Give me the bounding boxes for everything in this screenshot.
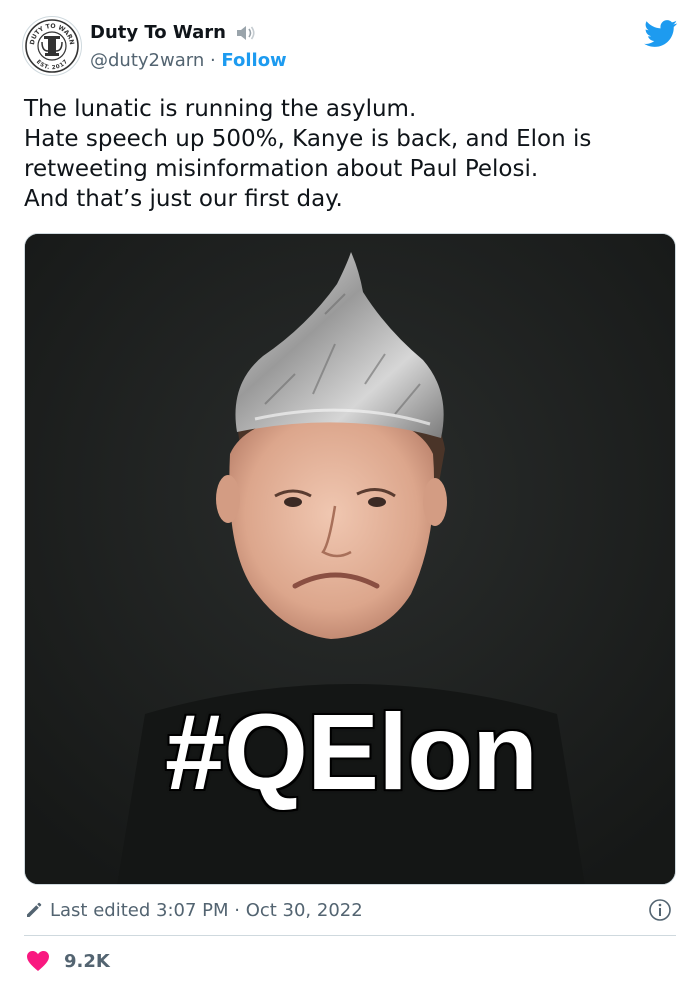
tweet-meta-row: Last edited 3:07 PM · Oct 30, 2022: [24, 896, 676, 924]
likes-row[interactable]: 9.2K: [26, 950, 110, 972]
follow-link[interactable]: Follow: [221, 50, 286, 71]
divider: [24, 935, 676, 936]
tweet-line: The lunatic is running the asylum.: [24, 96, 417, 122]
info-icon[interactable]: [648, 898, 672, 922]
tweet-card: DUTY TO WARN EST. 2017 Duty To Warn @dut…: [0, 0, 700, 988]
tweet-line: And that’s just our first day.: [24, 186, 343, 212]
like-count: 9.2K: [64, 950, 110, 972]
handle-separator: ·: [204, 50, 222, 71]
image-overlay-hashtag: #QElon: [164, 691, 538, 812]
avatar-seal-icon: DUTY TO WARN EST. 2017: [25, 19, 79, 73]
heart-icon[interactable]: [26, 950, 50, 972]
author-display-name[interactable]: Duty To Warn: [90, 22, 226, 43]
author-handle-row: @duty2warn · Follow: [90, 50, 287, 71]
tweet-line: Hate speech up 500%, Kanye is back, and …: [24, 126, 592, 152]
avatar[interactable]: DUTY TO WARN EST. 2017: [22, 16, 82, 76]
tweet-image[interactable]: #QElon: [24, 233, 676, 885]
author-name-row: Duty To Warn: [90, 22, 258, 43]
last-edited-timestamp[interactable]: Last edited 3:07 PM · Oct 30, 2022: [50, 900, 363, 921]
tweet-text: The lunatic is running the asylum. Hate …: [24, 94, 674, 214]
pencil-icon: [24, 900, 44, 920]
tweet-line: retweeting misinformation about Paul Pel…: [24, 156, 539, 182]
speaker-icon: [234, 23, 258, 43]
twitter-bird-icon[interactable]: [644, 20, 678, 48]
author-handle[interactable]: @duty2warn: [90, 50, 204, 71]
